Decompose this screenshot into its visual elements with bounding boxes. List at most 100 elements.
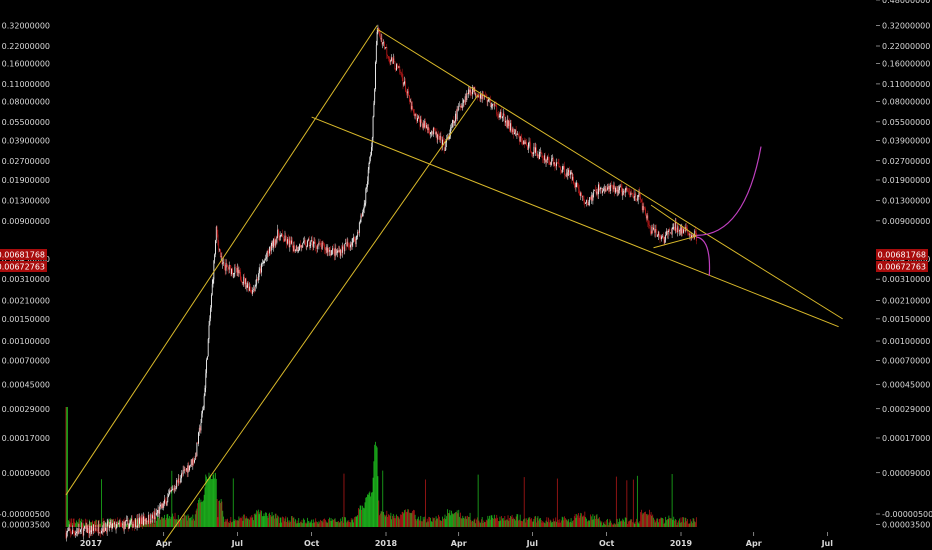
volume-bar [548, 517, 549, 527]
volume-bar [542, 520, 544, 527]
candle-body [479, 95, 481, 99]
candle-body [84, 526, 85, 529]
volume-bar [251, 515, 253, 527]
volume-bar [657, 522, 659, 527]
volume-bar [665, 516, 667, 527]
volume-bar [473, 519, 475, 527]
y-tick-label: 0.01300000 [2, 197, 50, 206]
volume-bar [563, 520, 565, 527]
volume-bar [506, 519, 508, 527]
volume-bar [364, 502, 366, 527]
volume-bar [240, 517, 241, 527]
volume-bar [548, 522, 550, 527]
candle-body [117, 521, 119, 524]
volume-bar [228, 523, 230, 527]
chart-canvas[interactable]: 0.320000000.220000000.160000000.11000000… [0, 0, 932, 550]
candle-body [214, 254, 216, 261]
volume-bar [477, 474, 479, 527]
volume-bar [389, 516, 391, 527]
candle-body [339, 250, 341, 256]
candle-body [277, 229, 279, 238]
volume-bar [338, 522, 340, 527]
candle-body [65, 532, 67, 538]
volume-bar [590, 514, 591, 527]
y-tick-label: 0.00045000 [882, 381, 930, 390]
candle-body [316, 245, 318, 249]
candle-body [683, 229, 685, 231]
candle-body [251, 290, 253, 294]
candle-body [630, 192, 632, 196]
candle-body [632, 193, 634, 198]
candle-body [559, 166, 561, 168]
candle-body [326, 247, 328, 253]
volume-bar [67, 520, 69, 527]
volume-bar [437, 518, 439, 527]
candle-body [382, 42, 384, 45]
volume-bar [72, 518, 74, 527]
volume-bar [218, 501, 220, 527]
volume-bar [299, 521, 301, 527]
y-tick-label: 0.01900000 [2, 176, 50, 185]
volume-bar [238, 516, 240, 527]
volume-bar [610, 520, 612, 527]
candle-body [185, 468, 187, 471]
volume-bar [458, 509, 460, 527]
candle-body [549, 162, 551, 165]
volume-bar [688, 523, 690, 527]
candle-body [683, 229, 684, 233]
candle-body [396, 64, 398, 66]
candle-body [299, 244, 301, 248]
volume-bar [291, 516, 292, 527]
candle-body [552, 158, 553, 159]
candle-body [293, 245, 295, 252]
candle-body [168, 490, 170, 495]
candle-body [425, 120, 427, 129]
candle-body [383, 42, 384, 43]
candle-body [291, 240, 292, 244]
candle-body [512, 128, 514, 132]
candle-body [359, 222, 361, 223]
candle-body [368, 162, 370, 170]
volume-bar [165, 517, 167, 527]
candle-body [295, 250, 296, 251]
volume-bar [683, 517, 684, 527]
volume-bar [623, 520, 625, 527]
volume-bar [378, 500, 380, 527]
candle-body [407, 91, 409, 94]
candle-body [669, 229, 671, 233]
volume-bar [640, 512, 641, 527]
candle-body [258, 270, 260, 278]
candle-body [668, 229, 670, 231]
volume-bar [285, 516, 287, 527]
volume-bar [219, 500, 220, 527]
volume-bar [399, 519, 401, 527]
volume-bar [547, 521, 549, 527]
volume-bar [595, 515, 597, 527]
volume-bar [524, 518, 526, 527]
candle-body [308, 239, 309, 241]
volume-bar [607, 518, 608, 527]
volume-bar [335, 521, 337, 527]
volume-bar [65, 407, 67, 527]
candle-body [240, 271, 241, 280]
candle-body [73, 531, 75, 534]
candle-body [576, 182, 578, 184]
candle-body [649, 224, 650, 226]
candle-body [396, 64, 397, 71]
volume-bar [280, 517, 282, 527]
volume-bar [453, 513, 455, 527]
volume-bar [592, 514, 594, 527]
candle-body [436, 132, 438, 140]
candle-body [662, 236, 663, 237]
volume-bar [694, 521, 696, 527]
candle-body [120, 523, 122, 524]
candle-body [636, 198, 637, 201]
volume-bar [673, 516, 675, 527]
volume-bar [586, 518, 587, 527]
volume-bar [217, 517, 219, 527]
candle-body [656, 229, 658, 237]
volume-bar [206, 476, 207, 527]
volume-bar [315, 518, 317, 527]
volume-bar [221, 501, 223, 527]
candle-body [674, 222, 676, 231]
